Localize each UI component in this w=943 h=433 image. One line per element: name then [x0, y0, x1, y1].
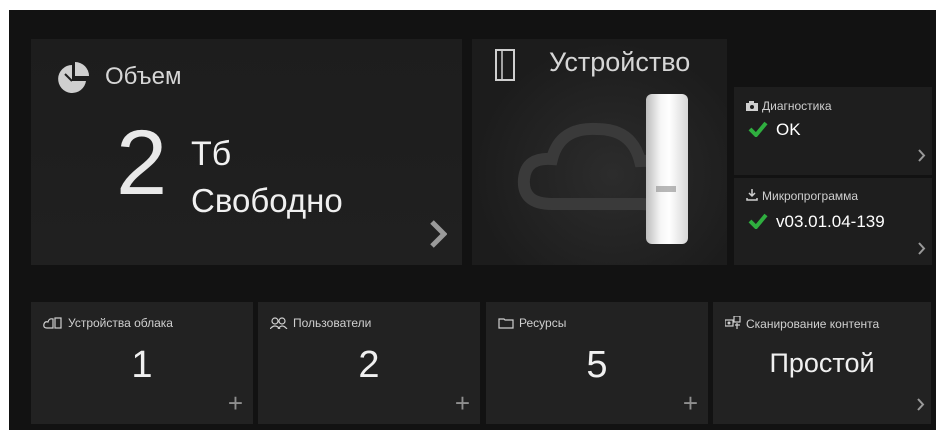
checkmark-icon [748, 213, 768, 234]
cloud-devices-tile[interactable]: Устройства облака 1 + [31, 302, 253, 424]
diagnostics-label-row: Диагностика [746, 99, 832, 114]
checkmark-icon [748, 121, 768, 142]
add-icon[interactable]: + [228, 390, 243, 416]
users-label: Пользователи [293, 316, 372, 330]
add-icon[interactable]: + [455, 390, 470, 416]
firmware-status-row: v03.01.04-139 [748, 212, 885, 234]
content-scan-tile[interactable]: Сканирование контента Простой [713, 302, 931, 424]
folder-icon [498, 317, 514, 332]
device-led [656, 186, 676, 192]
content-scan-label-row: Сканирование контента [724, 315, 880, 333]
chevron-right-icon[interactable] [918, 242, 926, 260]
content-scan-icon [724, 315, 741, 333]
firmware-panel[interactable]: Микропрограмма v03.01.04-139 [734, 178, 932, 265]
content-scan-mode: Простой [769, 348, 875, 378]
cloud-devices-label-row: Устройства облака [43, 316, 173, 332]
resources-count: 5 [586, 344, 608, 386]
device-tile[interactable]: Устройство [472, 39, 727, 265]
cloud-devices-count: 1 [131, 344, 153, 386]
chevron-right-icon[interactable] [918, 149, 926, 167]
device-title: Устройство [549, 47, 691, 77]
storage-unit: Тб [191, 135, 232, 173]
device-image [646, 94, 688, 244]
storage-amount: 2 [116, 112, 168, 214]
resources-label-row: Ресурсы [498, 316, 566, 332]
users-icon [269, 317, 288, 332]
diagnostics-status-row: OK [748, 120, 801, 142]
chevron-right-icon[interactable] [429, 219, 448, 254]
storage-title: Объем [105, 63, 182, 90]
firmware-version: v03.01.04-139 [776, 212, 885, 231]
cloud-devices-label: Устройства облака [68, 316, 173, 330]
resources-label: Ресурсы [519, 316, 567, 330]
content-scan-label: Сканирование контента [746, 317, 880, 331]
storage-tile[interactable]: Объем 2 Тб Свободно [31, 39, 462, 265]
storage-free-label: Свободно [191, 182, 343, 219]
diagnostics-label: Диагностика [762, 99, 832, 113]
device-outline-icon [494, 48, 516, 87]
resources-tile[interactable]: Ресурсы 5 + [486, 302, 708, 424]
camera-icon [746, 100, 758, 114]
diagnostics-status: OK [776, 120, 801, 139]
chevron-right-icon[interactable] [917, 398, 925, 416]
pie-chart-icon [55, 60, 93, 103]
cloud-device-icon [43, 317, 63, 332]
firmware-label: Микропрограмма [762, 189, 859, 203]
dashboard: Объем 2 Тб Свободно Устройство Диагности… [9, 10, 936, 430]
download-icon [746, 189, 758, 204]
diagnostics-panel[interactable]: Диагностика OK [734, 87, 932, 175]
users-label-row: Пользователи [269, 316, 372, 332]
add-icon[interactable]: + [683, 390, 698, 416]
users-tile[interactable]: Пользователи 2 + [258, 302, 480, 424]
firmware-label-row: Микропрограмма [746, 189, 858, 204]
users-count: 2 [358, 344, 380, 386]
